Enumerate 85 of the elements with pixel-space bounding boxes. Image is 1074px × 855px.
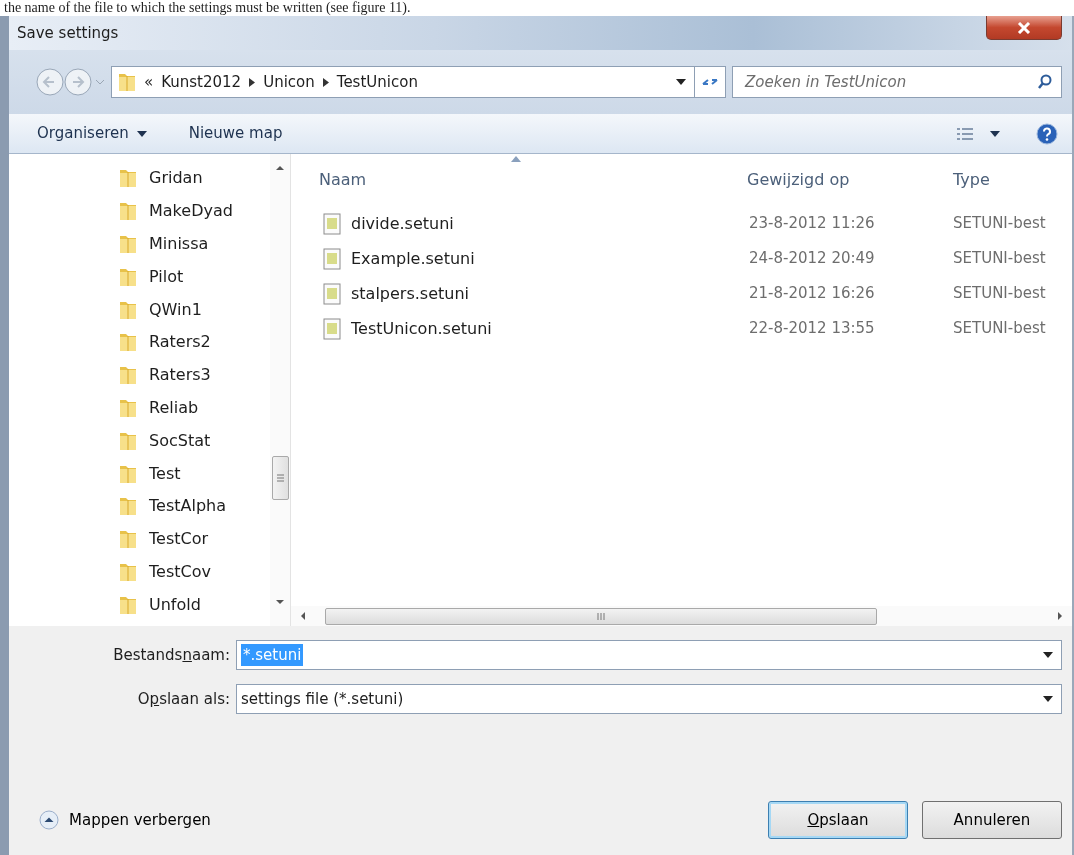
address-bar[interactable]: « Kunst2012 Unicon TestUnicon: [111, 66, 695, 98]
vertical-scrollbar[interactable]: [270, 154, 290, 626]
folder-item[interactable]: Test: [119, 457, 270, 490]
column-header[interactable]: Type: [953, 168, 990, 192]
filename-label: Bestandsnaam:: [112, 644, 231, 666]
overflow-chevron[interactable]: «: [144, 70, 154, 94]
window-title: Save settings: [17, 22, 119, 44]
folder-item[interactable]: TestCov: [119, 555, 270, 589]
folder-item[interactable]: Minissa: [119, 227, 270, 261]
help-icon[interactable]: [1036, 122, 1058, 145]
modified-date: 23-8-2012 11:26: [748, 213, 876, 235]
dropdown-icon[interactable]: [1043, 652, 1053, 658]
folder-icon: [119, 266, 137, 287]
file-icon: [323, 282, 341, 305]
file-icon: [323, 212, 341, 235]
file-type: SETUNI-best: [953, 318, 1046, 340]
folder-icon: [119, 299, 137, 320]
organize-menu[interactable]: Organiseren: [33, 120, 151, 147]
folder-icon: [119, 332, 137, 353]
breadcrumb-item[interactable]: Kunst2012: [161, 70, 242, 94]
grip-icon: [276, 474, 284, 482]
folder-item[interactable]: SocStat: [119, 424, 270, 458]
breadcrumb-item[interactable]: TestUnicon: [336, 70, 418, 94]
file-name[interactable]: Example.setuni: [291, 246, 747, 271]
folder-icon: [119, 561, 137, 582]
scrollbar-thumb[interactable]: [271, 456, 289, 500]
grip-icon: [597, 612, 605, 620]
file-icon: [323, 247, 341, 270]
file-type: SETUNI-best: [953, 248, 1046, 270]
folder-item[interactable]: Raters3: [119, 358, 270, 392]
folder-item[interactable]: TestCor: [119, 522, 270, 556]
folder-item[interactable]: Reliab: [119, 391, 270, 425]
refresh-button[interactable]: [694, 66, 726, 98]
modified-date: 24-8-2012 20:49: [748, 248, 876, 270]
file-icon: [323, 317, 341, 340]
folder-icon: [119, 496, 137, 517]
save-button[interactable]: Opslaan: [768, 801, 908, 839]
file-name[interactable]: divide.setuni: [291, 211, 747, 236]
folder-item[interactable]: Raters2: [119, 326, 270, 359]
caret-icon: [136, 130, 147, 137]
close-button[interactable]: [986, 16, 1062, 40]
folder-item[interactable]: QWin1: [119, 293, 270, 326]
file-type: SETUNI-best: [953, 213, 1046, 235]
folder-item[interactable]: TestAlpha: [119, 489, 270, 523]
horizontal-scrollbar[interactable]: [291, 606, 1072, 626]
folder-icon: [119, 234, 137, 254]
search-field[interactable]: Zoeken in TestUnicon: [732, 66, 1062, 98]
file-type: SETUNI-best: [953, 283, 1046, 305]
folder-item[interactable]: Gridan: [119, 162, 270, 195]
scroll-left-icon[interactable]: [299, 611, 307, 621]
modified-date: 21-8-2012 16:26: [748, 283, 876, 305]
folder-icon: [119, 529, 137, 550]
folder-item[interactable]: Pilot: [119, 260, 270, 294]
folder-icon: [119, 201, 137, 222]
file-name[interactable]: TestUnicon.setuni: [291, 316, 747, 341]
collapse-icon: [39, 810, 59, 830]
new-folder-button[interactable]: Nieuwe map: [184, 120, 287, 147]
hide-folders-button[interactable]: Mappen verbergen: [39, 808, 211, 832]
file-name[interactable]: stalpers.setuni: [291, 281, 747, 306]
sort-arrow-icon: [511, 156, 521, 162]
cancel-button[interactable]: Annuleren: [922, 801, 1062, 839]
search-icon: [1037, 74, 1053, 90]
close-icon: [1017, 21, 1031, 34]
caret-icon[interactable]: [990, 130, 1000, 137]
folder-item[interactable]: Unfold: [119, 588, 270, 622]
folder-icon: [119, 397, 137, 418]
folder-icon: [119, 365, 137, 386]
scroll-up-icon[interactable]: [275, 164, 285, 172]
folder-icon: [119, 430, 137, 451]
folder-icon: [119, 463, 137, 484]
document-text: the name of the file to which the settings must be written (see figure 11).: [3, 0, 412, 16]
scrollbar-thumb[interactable]: [325, 607, 877, 625]
breadcrumb-item[interactable]: Unicon: [263, 70, 315, 94]
column-header[interactable]: Gewijzigd op: [747, 168, 953, 192]
scroll-down-icon[interactable]: [275, 598, 285, 606]
column-header[interactable]: Naam: [291, 168, 747, 192]
scroll-right-icon[interactable]: [1056, 611, 1064, 621]
folder-icon: [119, 168, 137, 189]
modified-date: 22-8-2012 13:55: [748, 318, 876, 340]
folder-item[interactable]: MakeDyad: [119, 194, 270, 228]
dropdown-icon: [1043, 696, 1053, 702]
save-as-label: Opslaan als:: [136, 688, 231, 710]
view-options-icon[interactable]: [956, 126, 974, 141]
file-type-dropdown[interactable]: settings file (*.setuni): [236, 684, 1062, 714]
folder-icon: [119, 594, 137, 615]
